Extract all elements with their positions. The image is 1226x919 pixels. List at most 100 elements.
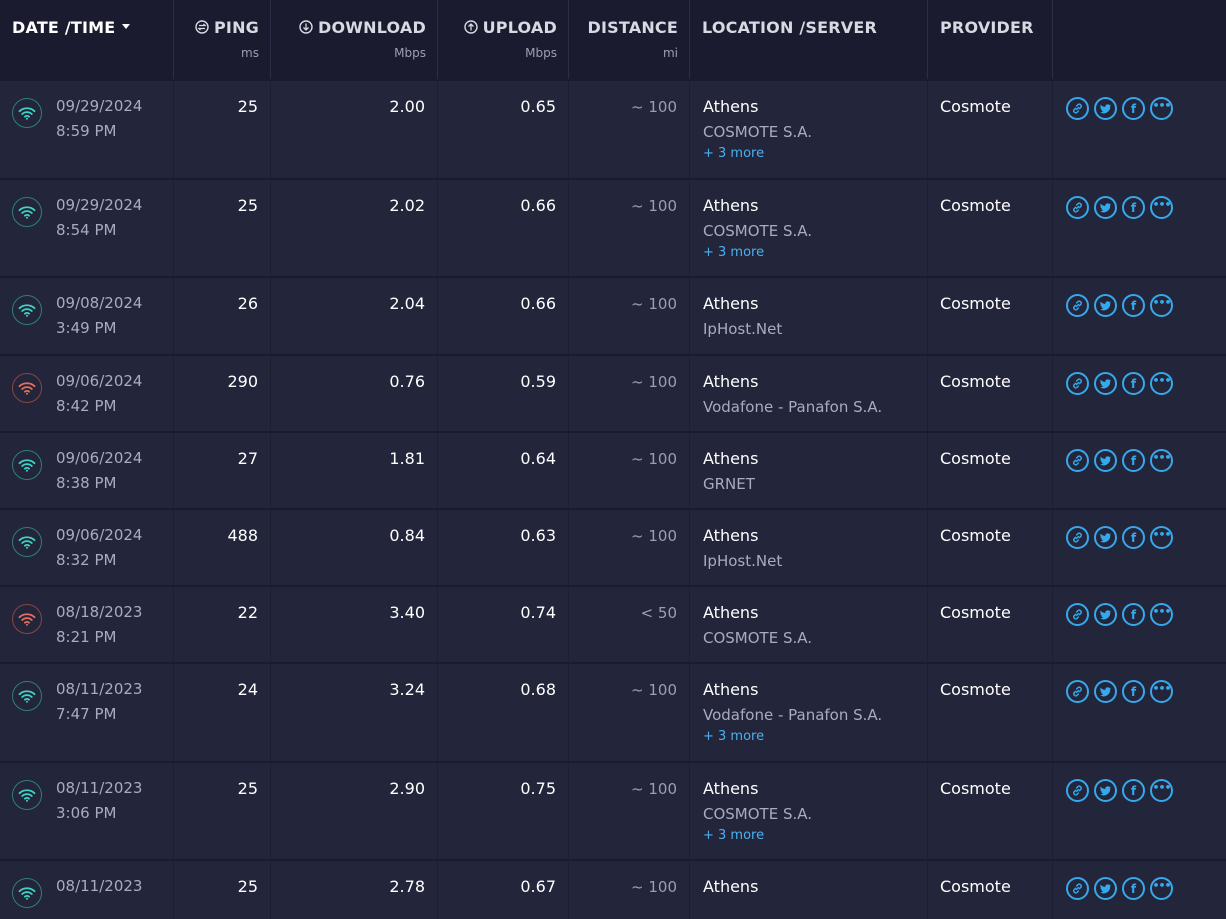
twitter-share-icon[interactable] bbox=[1094, 680, 1117, 703]
facebook-share-icon[interactable]: f bbox=[1122, 603, 1145, 626]
table-row[interactable]: 08/11/2023 7:47 PM 24 3.24 0.68 ~ 100 Athens Vo… bbox=[0, 662, 1226, 761]
table-row[interactable]: 08/11/2023 25 2.78 0.67 ~ 100 Athens Cosmote f •… bbox=[0, 859, 1226, 919]
facebook-share-icon[interactable]: f bbox=[1122, 294, 1145, 317]
wifi-signal-icon bbox=[12, 373, 42, 403]
upload-value: 0.65 bbox=[438, 81, 569, 178]
share-link-icon[interactable] bbox=[1066, 449, 1089, 472]
facebook-share-icon[interactable]: f bbox=[1122, 196, 1145, 219]
wifi-signal-icon bbox=[12, 527, 42, 557]
test-date: 08/11/2023 bbox=[56, 680, 143, 698]
more-servers-link[interactable]: + 3 more bbox=[703, 243, 927, 263]
twitter-share-icon[interactable] bbox=[1094, 196, 1117, 219]
table-row[interactable]: 08/11/2023 3:06 PM 25 2.90 0.75 ~ 100 Athens CO… bbox=[0, 761, 1226, 859]
provider-name: Cosmote bbox=[928, 356, 1053, 431]
location-city: Athens bbox=[703, 294, 759, 313]
provider-name: Cosmote bbox=[928, 180, 1053, 276]
facebook-share-icon[interactable]: f bbox=[1122, 680, 1145, 703]
table-row[interactable]: 09/29/2024 8:54 PM 25 2.02 0.66 ~ 100 Athens CO… bbox=[0, 178, 1226, 276]
row-actions: f ••• bbox=[1053, 81, 1226, 178]
twitter-share-icon[interactable] bbox=[1094, 449, 1117, 472]
location-city: Athens bbox=[703, 603, 759, 622]
more-servers-link[interactable]: + 3 more bbox=[703, 826, 927, 846]
download-icon bbox=[299, 19, 313, 34]
row-actions: f ••• bbox=[1053, 510, 1226, 585]
table-row[interactable]: 08/18/2023 8:21 PM 22 3.40 0.74 < 50 Athens COS… bbox=[0, 585, 1226, 662]
download-value: 2.78 bbox=[271, 861, 438, 919]
twitter-share-icon[interactable] bbox=[1094, 294, 1117, 317]
facebook-share-icon[interactable]: f bbox=[1122, 526, 1145, 549]
more-options-icon[interactable]: ••• bbox=[1150, 877, 1173, 900]
more-options-icon[interactable]: ••• bbox=[1150, 372, 1173, 395]
download-value: 1.81 bbox=[271, 433, 438, 508]
twitter-share-icon[interactable] bbox=[1094, 877, 1117, 900]
more-options-icon[interactable]: ••• bbox=[1150, 196, 1173, 219]
date-time-cell: 08/18/2023 8:21 PM bbox=[0, 587, 174, 662]
column-header-upload[interactable]: UPLOAD Mbps bbox=[438, 0, 569, 79]
date-time-cell: 08/11/2023 3:06 PM bbox=[0, 763, 174, 859]
share-link-icon[interactable] bbox=[1066, 779, 1089, 802]
twitter-share-icon[interactable] bbox=[1094, 603, 1117, 626]
provider-header-label: PROVIDER bbox=[940, 18, 1034, 37]
facebook-share-icon[interactable]: f bbox=[1122, 877, 1145, 900]
column-header-distance[interactable]: DISTANCE mi bbox=[569, 0, 690, 79]
server-name: COSMOTE S.A. bbox=[703, 805, 813, 823]
share-link-icon[interactable] bbox=[1066, 877, 1089, 900]
more-servers-link[interactable]: + 3 more bbox=[703, 144, 927, 164]
distance-header-label: DISTANCE bbox=[587, 18, 678, 37]
server-name: IpHost.Net bbox=[703, 320, 783, 338]
row-actions: f ••• bbox=[1053, 433, 1226, 508]
server-name: Vodafone - Panafon S.A. bbox=[703, 398, 883, 416]
table-row[interactable]: 09/06/2024 8:32 PM 488 0.84 0.63 ~ 100 Athens I… bbox=[0, 508, 1226, 585]
twitter-share-icon[interactable] bbox=[1094, 97, 1117, 120]
server-name: IpHost.Net bbox=[703, 552, 783, 570]
ping-value: 25 bbox=[174, 81, 271, 178]
ping-value: 26 bbox=[174, 278, 271, 354]
sort-caret-down-icon bbox=[122, 24, 131, 29]
download-unit-label: Mbps bbox=[394, 46, 426, 60]
share-link-icon[interactable] bbox=[1066, 526, 1089, 549]
share-link-icon[interactable] bbox=[1066, 680, 1089, 703]
more-options-icon[interactable]: ••• bbox=[1150, 680, 1173, 703]
facebook-share-icon[interactable]: f bbox=[1122, 779, 1145, 802]
table-row[interactable]: 09/06/2024 8:42 PM 290 0.76 0.59 ~ 100 Athens V… bbox=[0, 354, 1226, 431]
location-header-label: LOCATION /SERVER bbox=[702, 18, 877, 37]
facebook-share-icon[interactable]: f bbox=[1122, 372, 1145, 395]
more-options-icon[interactable]: ••• bbox=[1150, 294, 1173, 317]
wifi-signal-icon bbox=[12, 295, 42, 325]
location-server-cell: Athens COSMOTE S.A. + 3 more bbox=[690, 180, 928, 276]
twitter-share-icon[interactable] bbox=[1094, 372, 1117, 395]
twitter-share-icon[interactable] bbox=[1094, 526, 1117, 549]
test-time: 8:42 PM bbox=[56, 397, 117, 415]
facebook-share-icon[interactable]: f bbox=[1122, 449, 1145, 472]
test-date: 09/06/2024 bbox=[56, 449, 143, 467]
test-time: 8:38 PM bbox=[56, 474, 117, 492]
share-link-icon[interactable] bbox=[1066, 196, 1089, 219]
column-header-date-time[interactable]: DATE /TIME bbox=[0, 0, 174, 79]
distance-value: ~ 100 bbox=[569, 356, 690, 431]
more-options-icon[interactable]: ••• bbox=[1150, 779, 1173, 802]
more-options-icon[interactable]: ••• bbox=[1150, 449, 1173, 472]
share-link-icon[interactable] bbox=[1066, 294, 1089, 317]
more-options-icon[interactable]: ••• bbox=[1150, 526, 1173, 549]
table-row[interactable]: 09/08/2024 3:49 PM 26 2.04 0.66 ~ 100 Athens Ip… bbox=[0, 276, 1226, 354]
share-link-icon[interactable] bbox=[1066, 603, 1089, 626]
distance-value: ~ 100 bbox=[569, 763, 690, 859]
upload-value: 0.66 bbox=[438, 180, 569, 276]
column-header-ping[interactable]: PING ms bbox=[174, 0, 271, 79]
share-link-icon[interactable] bbox=[1066, 372, 1089, 395]
more-options-icon[interactable]: ••• bbox=[1150, 603, 1173, 626]
wifi-signal-icon bbox=[12, 681, 42, 711]
server-name: GRNET bbox=[703, 475, 755, 493]
more-servers-link[interactable]: + 3 more bbox=[703, 727, 927, 747]
facebook-share-icon[interactable]: f bbox=[1122, 97, 1145, 120]
table-row[interactable]: 09/29/2024 8:59 PM 25 2.00 0.65 ~ 100 Athens CO… bbox=[0, 79, 1226, 178]
download-value: 0.84 bbox=[271, 510, 438, 585]
twitter-share-icon[interactable] bbox=[1094, 779, 1117, 802]
download-value: 2.00 bbox=[271, 81, 438, 178]
column-header-provider[interactable]: PROVIDER bbox=[928, 0, 1053, 79]
share-link-icon[interactable] bbox=[1066, 97, 1089, 120]
column-header-location-server[interactable]: LOCATION /SERVER bbox=[690, 0, 928, 79]
more-options-icon[interactable]: ••• bbox=[1150, 97, 1173, 120]
table-row[interactable]: 09/06/2024 8:38 PM 27 1.81 0.64 ~ 100 Athens GR… bbox=[0, 431, 1226, 508]
column-header-download[interactable]: DOWNLOAD Mbps bbox=[271, 0, 438, 79]
